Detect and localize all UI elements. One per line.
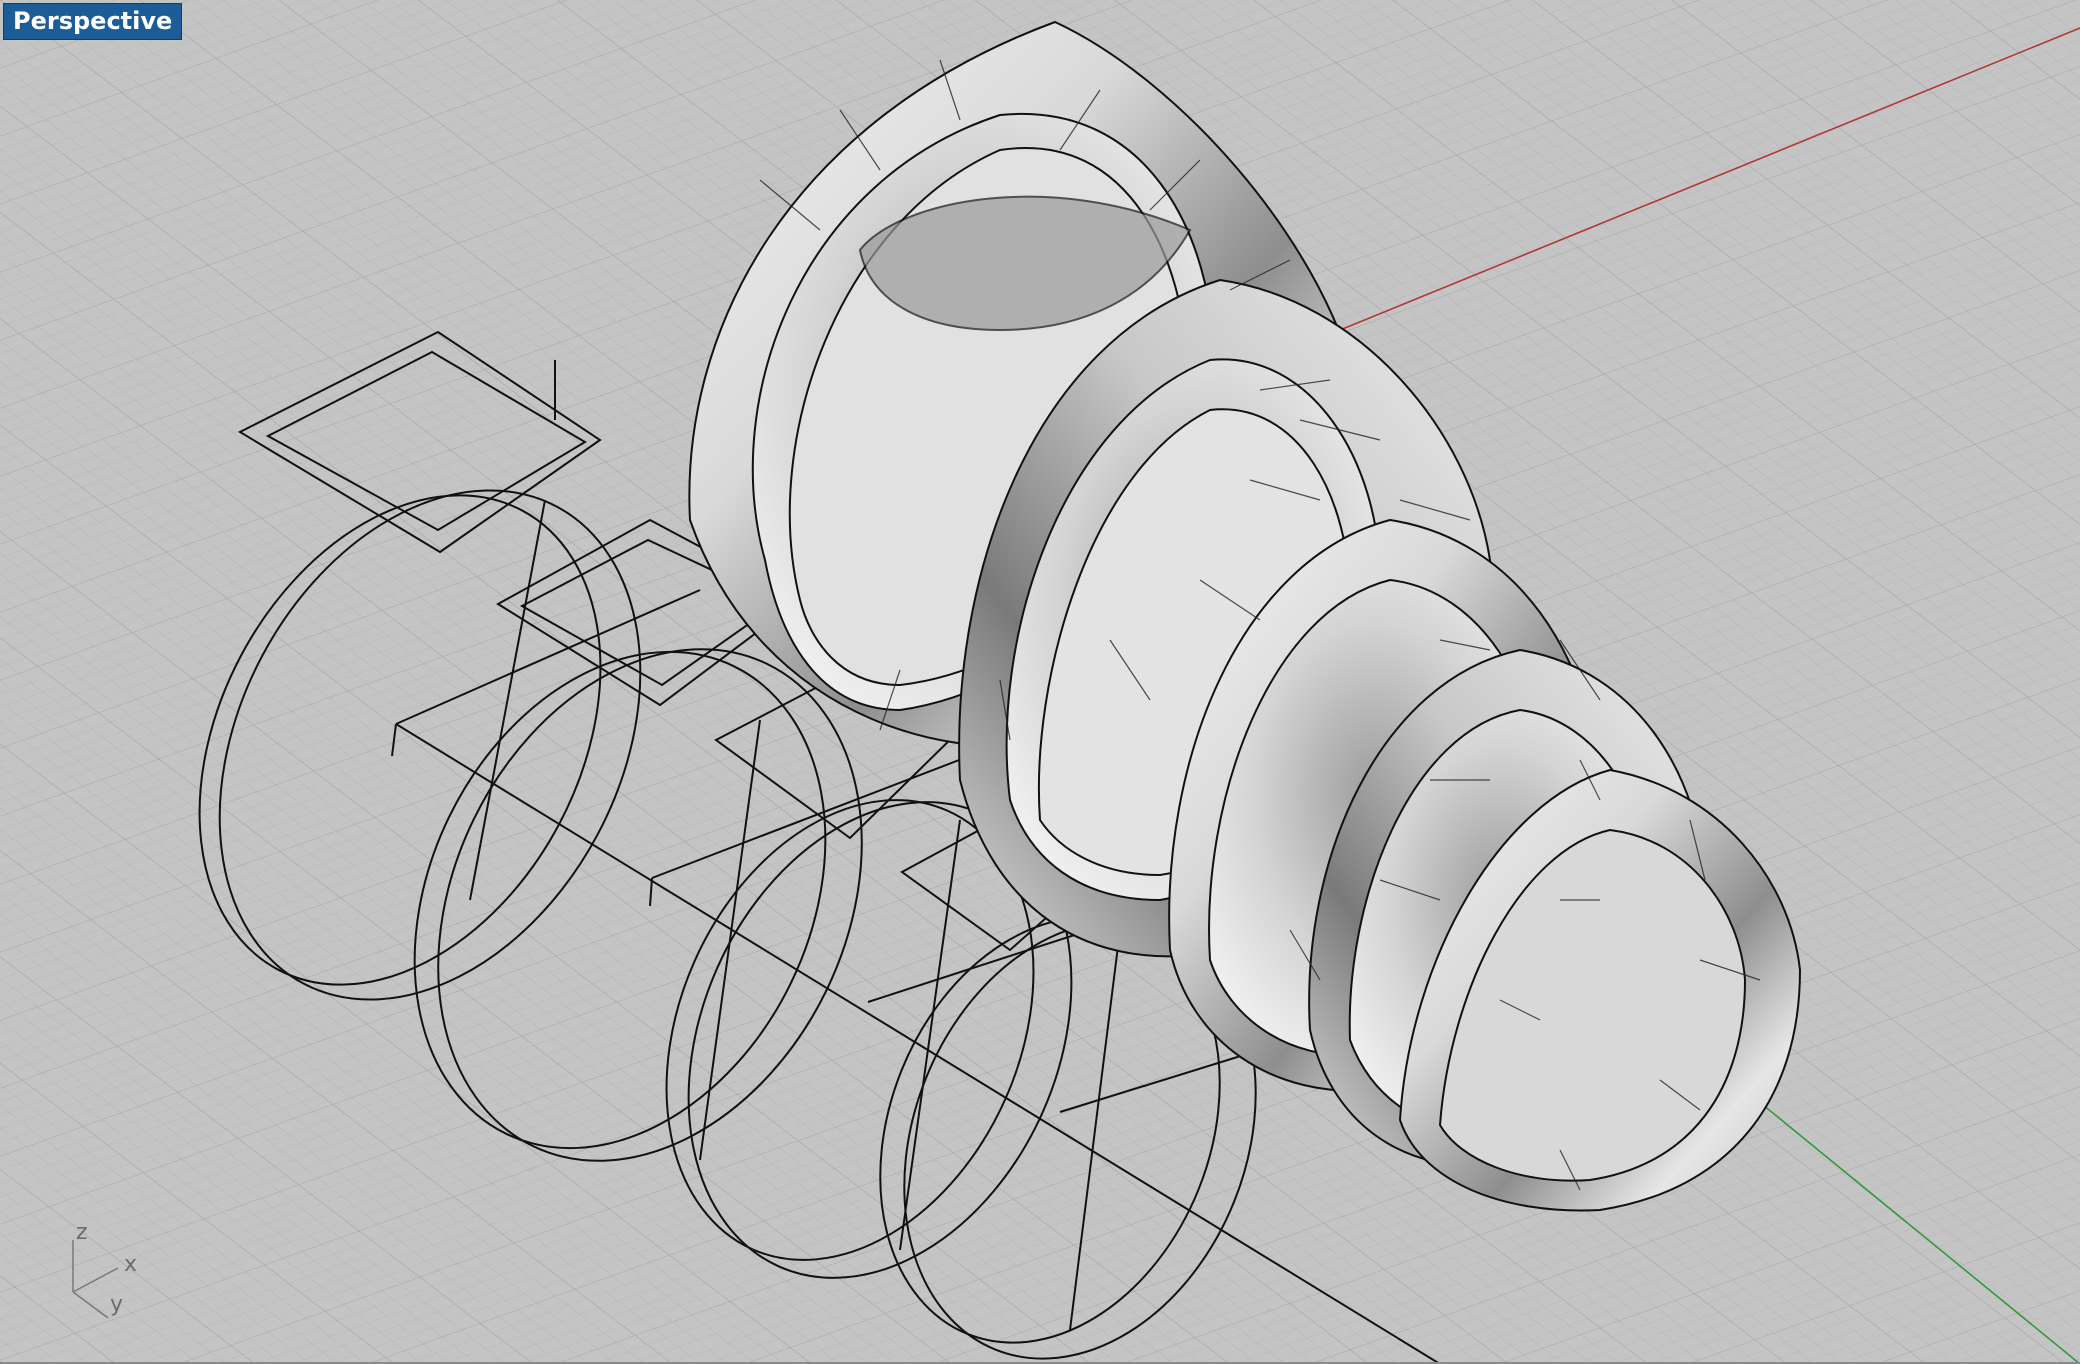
axis-label-y: y <box>110 1292 124 1317</box>
perspective-viewport[interactable]: Perspective z x y <box>0 0 2080 1364</box>
axis-label-z: z <box>76 1220 88 1245</box>
viewport-scene[interactable] <box>0 0 2080 1364</box>
viewport-title-tab[interactable]: Perspective <box>3 3 183 40</box>
axis-label-x: x <box>124 1252 138 1277</box>
